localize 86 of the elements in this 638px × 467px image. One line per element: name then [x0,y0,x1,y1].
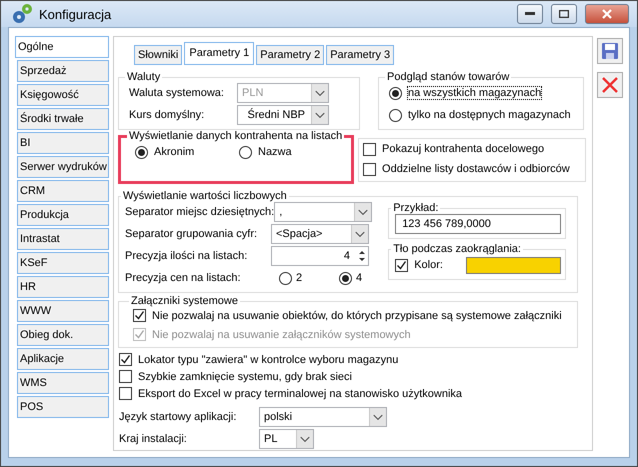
gears-icon [11,3,33,25]
option-label: Akronim [154,146,194,158]
tab[interactable]: Parametry 1 [184,42,254,65]
sidebar-item[interactable]: Aplikacje [17,348,109,370]
option-label: Pokazuj kontrahenta docelowego [382,143,544,155]
radio-button[interactable] [339,272,352,284]
cross-icon [601,76,619,94]
radio-button[interactable] [135,146,148,158]
group-title: Przykład: [392,202,440,214]
sidebar-item[interactable]: KSeF [17,252,109,274]
group-title: Podgląd stanów towarów [386,71,510,83]
option-label: 2 [296,272,302,284]
group-title: Załączniki systemowe [130,295,239,307]
restore-icon [559,10,569,18]
tab[interactable]: Słowniki [134,45,182,65]
dropdown[interactable]: <Spacja> [271,224,369,244]
caret-icon[interactable] [296,430,313,448]
save-button[interactable] [597,38,623,64]
sidebar-item[interactable]: BI [17,132,109,154]
option-label: Lokator typu "zawiera" w kontrolce wyboru magazynu [138,354,398,366]
sidebar-item[interactable]: Ogólne [15,36,109,58]
caret-icon[interactable] [354,203,372,221]
tab[interactable]: Parametry 2 [256,45,324,65]
field-label: Separator miejsc dziesiętnych: [125,206,274,218]
dropdown[interactable]: , [274,202,372,222]
sidebar-item[interactable]: HR [17,276,109,298]
dropdown[interactable]: Średni NBP [237,105,329,125]
dropdown[interactable]: polski [259,407,387,427]
tab[interactable]: Parametry 3 [326,45,394,65]
option-label: Nazwa [258,146,292,158]
sidebar-item[interactable]: Obieg dok. [17,324,109,346]
radio-button[interactable] [389,108,402,122]
window-title: Konfiguracja [39,6,112,22]
minimize-icon [525,12,535,16]
sidebar-item[interactable]: WWW [17,300,109,322]
option-label: Nie pozwalaj na usuwanie obiektów, do których przypisane są systemowe załączniki [152,310,562,322]
field-label: Waluta systemowa: [129,87,225,99]
sidebar-item[interactable]: CRM [17,180,109,202]
sidebar-item[interactable]: Produkcja [17,204,109,226]
option-label: Nie pozwalaj na usuwanie załączników systemowych [152,328,411,340]
close-icon [602,9,612,19]
restore-button[interactable] [551,4,577,24]
checkbox[interactable] [363,142,376,156]
close-button[interactable] [585,4,629,24]
sidebar-item[interactable]: Intrastat [17,228,109,250]
minimize-button[interactable] [517,4,543,24]
example-field: 123 456 789,0000 [395,214,562,234]
field-label: Separator grupowania cyfr: [125,228,258,240]
option-label: Oddzielne listy dostawców i odbiorców [382,163,570,175]
option-label: tylko na dostępnych magazynach [408,109,571,121]
checkbox[interactable] [119,370,132,383]
field-label: Precyzja ilości na listach: [125,250,248,262]
group-title: Tło podczas zaokrąglania: [392,243,522,255]
dropdown[interactable]: PL [259,429,314,449]
checkbox[interactable] [133,309,146,322]
checkbox[interactable] [119,387,132,400]
spin-box[interactable]: 4 [271,246,369,266]
sidebar-item[interactable]: Księgowość [17,84,109,106]
sidebar-item[interactable]: POS [17,396,109,418]
checkbox[interactable] [119,353,132,366]
delete-button[interactable] [597,72,623,98]
sidebar-item[interactable]: Sprzedaż [17,60,109,82]
checkbox[interactable] [363,162,376,176]
option-label: Szybkie zamknięcie systemu, gdy brak sieci [138,370,352,382]
field-label: Język startowy aplikacji: [119,411,238,423]
option-label: 4 [356,272,362,284]
caret-icon[interactable] [351,225,368,243]
caret-icon[interactable] [369,408,386,426]
color-swatch[interactable] [466,256,562,274]
field-label: Kurs domyślny: [129,109,206,121]
checkbox[interactable] [395,258,408,272]
group-title: Waluty [126,71,162,83]
radio-button[interactable] [279,272,292,284]
option-label: na wszystkich magazynach [408,87,542,99]
option-label: Kolor: [414,259,444,271]
sidebar-item[interactable]: Serwer wydruków [17,156,109,178]
radio-button[interactable] [239,146,252,158]
caret-icon[interactable] [311,106,328,124]
option-label: Eksport do Excel w pracy terminalowej na stanowisko użytkownika [138,388,462,400]
field-label: Precyzja cen na listach: [125,272,242,284]
group-title: Wyświetlanie danych kontrahenta na listach [128,130,344,142]
field-label: Kraj instalacji: [119,433,188,445]
radio-button[interactable] [389,86,402,100]
group-title: Wyświetlanie wartości liczbowych [122,190,288,202]
sidebar-item[interactable]: Środki trwałe [17,108,109,130]
sidebar-item[interactable]: WMS [17,372,109,394]
